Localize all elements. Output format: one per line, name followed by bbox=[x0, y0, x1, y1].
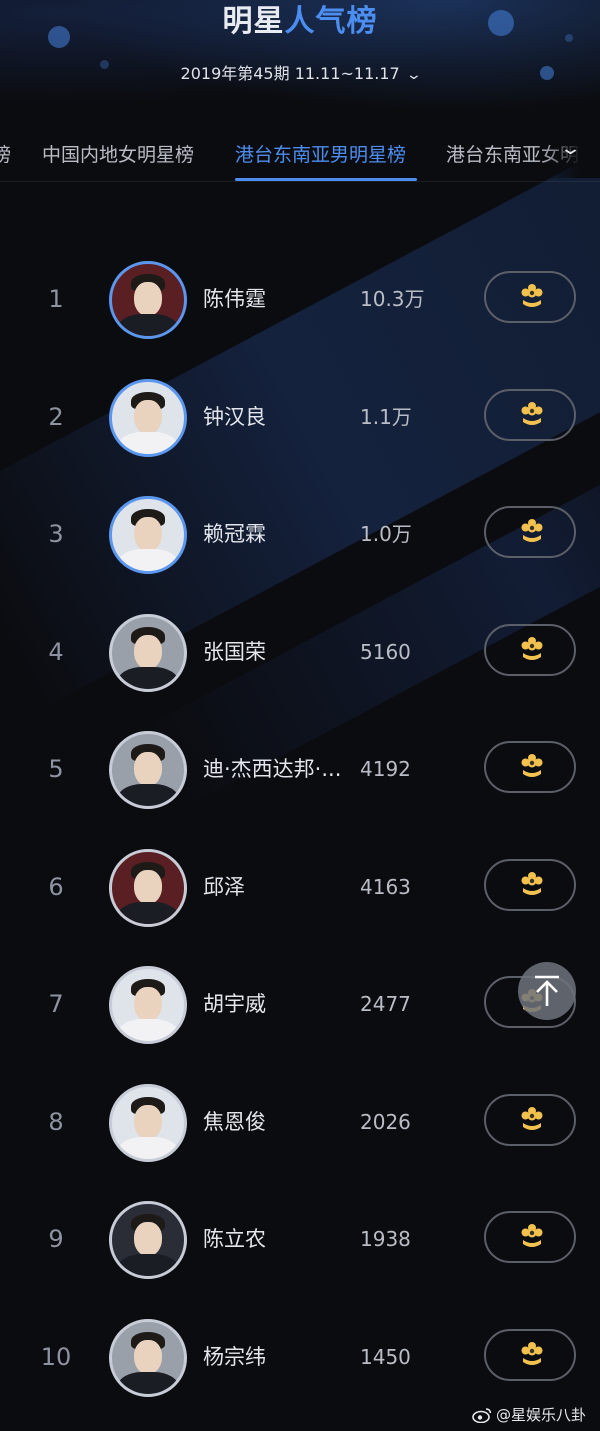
flower-icon bbox=[521, 637, 543, 660]
support-button[interactable] bbox=[484, 1094, 576, 1146]
popularity-score: 1.0万 bbox=[360, 522, 412, 546]
rank-number: 1 bbox=[48, 285, 64, 313]
scroll-to-top-button[interactable] bbox=[518, 962, 576, 1020]
chevron-down-icon: ⌄ bbox=[405, 67, 422, 83]
flower-icon bbox=[521, 1224, 543, 1247]
flower-icon bbox=[521, 1342, 543, 1365]
support-button[interactable] bbox=[484, 859, 576, 911]
star-name[interactable]: 陈立农 bbox=[203, 1180, 266, 1298]
star-name[interactable]: 杨宗纬 bbox=[203, 1298, 266, 1416]
ranking-row[interactable]: 5 迪·杰西达邦·... 4192 bbox=[0, 710, 600, 828]
star-name[interactable]: 张国荣 bbox=[203, 593, 266, 711]
popularity-score: 2026 bbox=[360, 1110, 411, 1134]
rank-number: 4 bbox=[48, 638, 64, 666]
popularity-score: 1.1万 bbox=[360, 405, 412, 429]
title-accent-text: 人气榜 bbox=[284, 4, 378, 39]
support-button[interactable] bbox=[484, 271, 576, 323]
ranking-row[interactable]: 7 胡宇威 2477 bbox=[0, 945, 600, 1063]
rank-number: 8 bbox=[48, 1108, 64, 1136]
star-name[interactable]: 钟汉良 bbox=[203, 358, 266, 476]
avatar[interactable] bbox=[109, 614, 187, 692]
popularity-score: 4163 bbox=[360, 875, 411, 899]
ranking-row[interactable]: 4 张国荣 5160 bbox=[0, 593, 600, 711]
popularity-score: 2477 bbox=[360, 992, 411, 1016]
tab-prev-partial[interactable]: 榜 bbox=[0, 140, 11, 167]
page-title: 明星人气榜 bbox=[0, 0, 600, 40]
watermark: @星娱乐八卦 bbox=[472, 1404, 586, 1425]
flower-icon bbox=[521, 754, 543, 777]
watermark-text: @星娱乐八卦 bbox=[495, 1406, 586, 1424]
ranking-row[interactable]: 1 陈伟霆 10.3万 bbox=[0, 240, 600, 358]
flower-icon bbox=[521, 402, 543, 425]
flower-icon bbox=[521, 284, 543, 307]
period-selector[interactable]: 2019年第45期 11.11~11.17 ⌄ bbox=[0, 60, 600, 84]
avatar[interactable] bbox=[109, 496, 187, 574]
ranking-row[interactable]: 6 邱泽 4163 bbox=[0, 828, 600, 946]
title-text: 明星 bbox=[222, 4, 285, 39]
tab-mainland-female[interactable]: 中国内地女明星榜 bbox=[42, 140, 194, 167]
avatar[interactable] bbox=[109, 966, 187, 1044]
star-name[interactable]: 迪·杰西达邦·... bbox=[203, 710, 341, 828]
support-button[interactable] bbox=[484, 1211, 576, 1263]
star-name[interactable]: 邱泽 bbox=[203, 828, 245, 946]
avatar[interactable] bbox=[109, 261, 187, 339]
divider bbox=[0, 181, 600, 182]
popularity-score: 1938 bbox=[360, 1227, 411, 1251]
avatar[interactable] bbox=[109, 731, 187, 809]
rank-number: 7 bbox=[48, 990, 64, 1018]
star-name[interactable]: 赖冠霖 bbox=[203, 475, 266, 593]
weibo-logo-icon bbox=[472, 1408, 492, 1423]
popularity-score: 1450 bbox=[360, 1345, 411, 1369]
arrow-up-icon bbox=[535, 975, 559, 1006]
avatar[interactable] bbox=[109, 1319, 187, 1397]
flower-icon bbox=[521, 872, 543, 895]
rank-number: 2 bbox=[48, 403, 64, 431]
rank-number: 10 bbox=[40, 1343, 72, 1371]
support-button[interactable] bbox=[484, 1329, 576, 1381]
avatar[interactable] bbox=[109, 379, 187, 457]
avatar[interactable] bbox=[109, 1084, 187, 1162]
ranking-row[interactable]: 2 钟汉良 1.1万 bbox=[0, 358, 600, 476]
avatar[interactable] bbox=[109, 849, 187, 927]
period-label: 2019年第45期 11.11~11.17 bbox=[180, 64, 400, 83]
star-name[interactable]: 陈伟霆 bbox=[203, 240, 266, 358]
ranking-row[interactable]: 9 陈立农 1938 bbox=[0, 1180, 600, 1298]
rank-number: 6 bbox=[48, 873, 64, 901]
avatar[interactable] bbox=[109, 1201, 187, 1279]
flower-icon bbox=[521, 1107, 543, 1130]
support-button[interactable] bbox=[484, 506, 576, 558]
popularity-score: 4192 bbox=[360, 757, 411, 781]
star-name[interactable]: 胡宇威 bbox=[203, 945, 266, 1063]
support-button[interactable] bbox=[484, 741, 576, 793]
support-button[interactable] bbox=[484, 389, 576, 441]
star-name[interactable]: 焦恩俊 bbox=[203, 1063, 266, 1181]
popularity-score: 10.3万 bbox=[360, 287, 425, 311]
ranking-row[interactable]: 10 杨宗纬 1450 bbox=[0, 1298, 600, 1416]
rank-number: 3 bbox=[48, 520, 64, 548]
tab-hk-tw-sea-male[interactable]: 港台东南亚男明星榜 bbox=[235, 140, 406, 167]
support-button[interactable] bbox=[484, 624, 576, 676]
category-tabs: 榜 中国内地女明星榜 港台东南亚男明星榜 港台东南亚女明 ⌄ bbox=[0, 132, 600, 182]
ranking-row[interactable]: 8 焦恩俊 2026 bbox=[0, 1063, 600, 1181]
rank-number: 5 bbox=[48, 755, 64, 783]
rank-number: 9 bbox=[48, 1225, 64, 1253]
chevron-down-icon[interactable]: ⌄ bbox=[559, 138, 582, 159]
flower-icon bbox=[521, 519, 543, 542]
ranking-row[interactable]: 3 赖冠霖 1.0万 bbox=[0, 475, 600, 593]
popularity-score: 5160 bbox=[360, 640, 411, 664]
